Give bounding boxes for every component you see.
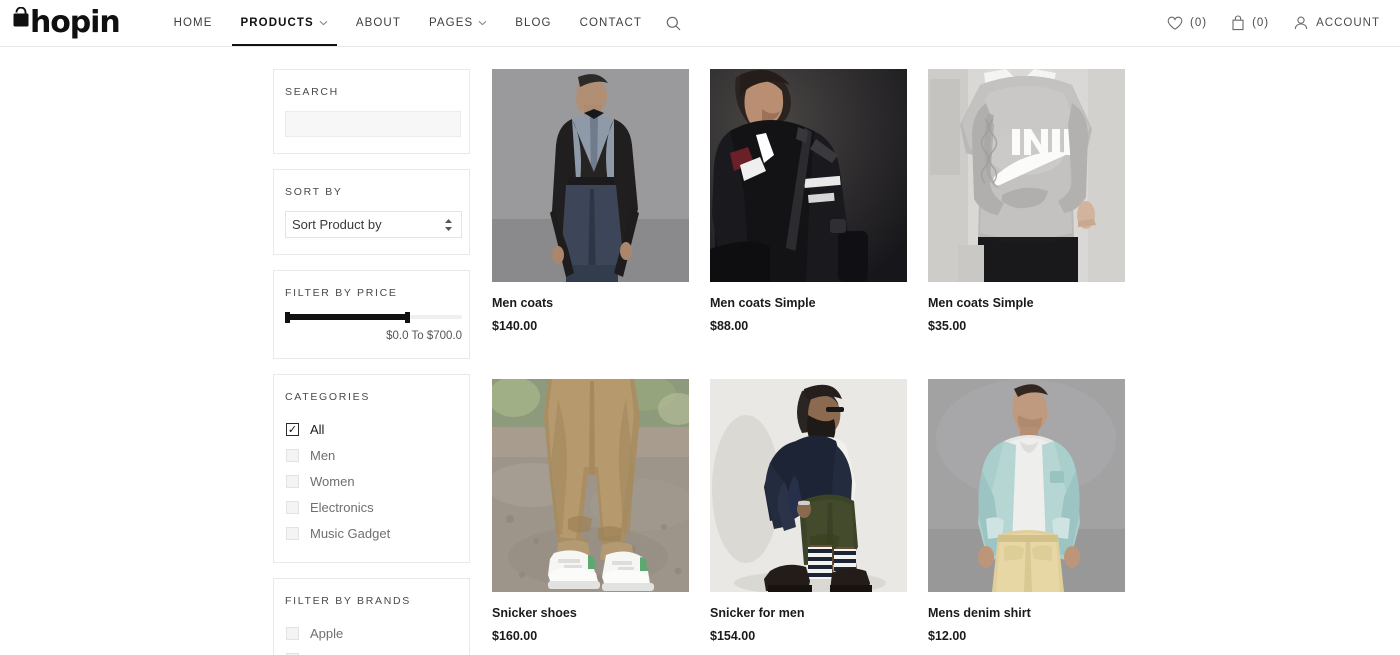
product-image[interactable] [710,379,907,592]
category-label: Music Gadget [310,526,390,541]
nav-label: PRODUCTS [241,0,314,46]
product-card[interactable]: Men coats Simple $88.00 [710,69,907,363]
product-price: $140.00 [492,319,689,333]
wishlist-count: (0) [1190,17,1207,29]
product-price: $160.00 [492,629,689,643]
logo-text: hopin [30,8,120,38]
site-header: hopin HOME PRODUCTS ABOUT PAGES BLOG CON… [0,0,1400,47]
search-icon-button[interactable] [656,0,691,46]
product-grid: Men coats $140.00 [492,69,1125,655]
nav-item-home[interactable]: HOME [160,0,227,46]
product-image[interactable] [710,69,907,282]
sort-select-value: Sort Product by [292,217,382,232]
search-filter-card: SEARCH [273,69,470,154]
categories-filter-card: CATEGORIES ✓ All ✓ Men ✓ Women ✓ Electro… [273,374,470,563]
nav-label: ABOUT [356,0,401,46]
brands-filter-title: FILTER BY BRANDS [285,595,459,607]
product-price: $88.00 [710,319,907,333]
cart-count: (0) [1252,17,1269,29]
product-image[interactable] [492,69,689,282]
category-label: Men [310,448,335,463]
nav-item-blog[interactable]: BLOG [501,0,565,46]
checkbox-icon[interactable]: ✓ [286,475,299,488]
search-filter-title: SEARCH [285,86,459,98]
price-filter-card: FILTER BY PRICE $0.0 To $700.0 [273,270,470,359]
product-image[interactable] [492,379,689,592]
category-option-music-gadget[interactable]: ✓ Music Gadget [285,520,459,546]
nav-item-about[interactable]: ABOUT [342,0,415,46]
shopping-bag-logo-icon [10,7,32,40]
product-price: $12.00 [928,629,1125,643]
category-option-all[interactable]: ✓ All [285,416,459,442]
product-card[interactable]: Men coats $140.00 [492,69,689,363]
search-input[interactable] [285,111,461,137]
product-card[interactable]: Mens denim shirt $12.00 [928,379,1125,655]
categories-filter-title: CATEGORIES [285,391,459,403]
nav-label: HOME [174,0,213,46]
category-option-men[interactable]: ✓ Men [285,442,459,468]
product-price: $154.00 [710,629,907,643]
product-name[interactable]: Snicker for men [710,606,907,620]
nav-label: CONTACT [580,0,642,46]
product-name[interactable]: Men coats Simple [928,296,1125,310]
nav-label: BLOG [515,0,551,46]
product-image[interactable] [928,379,1125,592]
brand-option-apple[interactable]: ✓ Apple [285,620,459,646]
price-range-label: $0.0 To $700.0 [285,330,462,342]
slider-selected-range [285,314,406,320]
price-filter-title: FILTER BY PRICE [285,287,459,299]
checkbox-icon[interactable]: ✓ [286,501,299,514]
header-utilities: (0) (0) ACCOUNT [1157,0,1390,46]
filters-sidebar: SEARCH SORT BY Sort Product by FILTER BY… [273,69,470,655]
product-card[interactable]: Snicker shoes $160.00 [492,379,689,655]
main-navigation: HOME PRODUCTS ABOUT PAGES BLOG CONTACT [160,0,691,47]
slider-handle-max[interactable] [405,312,410,323]
nav-label: PAGES [429,0,473,46]
account-button[interactable]: ACCOUNT [1283,15,1390,31]
nav-item-products[interactable]: PRODUCTS [227,0,342,46]
user-icon [1293,15,1309,31]
price-range-slider[interactable] [285,312,462,322]
account-label: ACCOUNT [1316,17,1380,29]
category-label: Electronics [310,500,374,515]
product-name[interactable]: Men coats Simple [710,296,907,310]
checkbox-icon[interactable]: ✓ [286,527,299,540]
product-price: $35.00 [928,319,1125,333]
page-body: SEARCH SORT BY Sort Product by FILTER BY… [0,47,1400,655]
product-name[interactable]: Snicker shoes [492,606,689,620]
product-image[interactable] [928,69,1125,282]
product-card[interactable]: Snicker for men $154.00 [710,379,907,655]
category-option-women[interactable]: ✓ Women [285,468,459,494]
search-icon [666,16,681,31]
slider-handle-min[interactable] [285,312,290,323]
cart-button[interactable]: (0) [1221,15,1279,31]
chevron-down-icon [319,20,328,26]
brand-option-samsung[interactable]: ✓ Samsung [285,646,459,655]
heart-icon [1167,16,1183,31]
chevron-down-icon [478,20,487,26]
sort-filter-card: SORT BY Sort Product by [273,169,470,255]
brand-label: Apple [310,626,343,641]
nav-item-pages[interactable]: PAGES [415,0,501,46]
checkbox-checked-icon[interactable]: ✓ [286,423,299,436]
product-card[interactable]: Men coats Simple $35.00 [928,69,1125,363]
shopping-bag-icon [1231,15,1245,31]
product-name[interactable]: Men coats [492,296,689,310]
category-label: Women [310,474,355,489]
stepper-arrows-icon [444,218,453,232]
category-label: All [310,422,324,437]
checkbox-icon[interactable]: ✓ [286,627,299,640]
checkbox-icon[interactable]: ✓ [286,449,299,462]
nav-item-contact[interactable]: CONTACT [566,0,656,46]
category-option-electronics[interactable]: ✓ Electronics [285,494,459,520]
sort-select[interactable]: Sort Product by [285,211,462,238]
sort-filter-title: SORT BY [285,186,459,198]
wishlist-button[interactable]: (0) [1157,16,1217,31]
brands-filter-card: FILTER BY BRANDS ✓ Apple ✓ Samsung [273,578,470,655]
site-logo[interactable]: hopin [10,2,120,44]
product-name[interactable]: Mens denim shirt [928,606,1125,620]
brand-label: Samsung [310,652,365,655]
